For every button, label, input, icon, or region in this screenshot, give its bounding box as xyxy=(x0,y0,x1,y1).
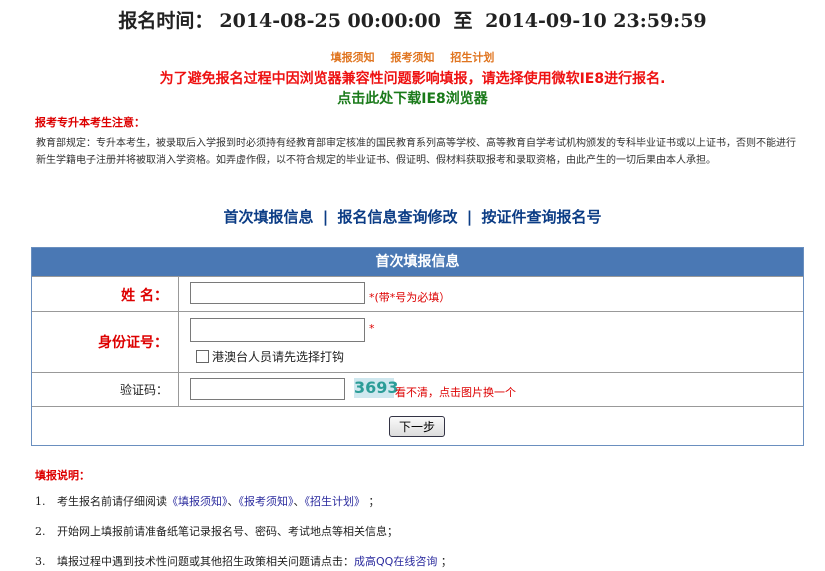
browser-warning: 为了避免报名过程中因浏览器兼容性问题影响填报，请选择使用微软IE8进行报名. xyxy=(159,71,666,87)
form-row-name: 姓 名： *(带*号为必填） xyxy=(32,276,803,311)
form-header: 首次填报信息 xyxy=(32,248,803,276)
name-label: 姓 名： xyxy=(121,288,168,304)
form-row-captcha: 验证码： 3693 看不清，点击图片换一个 xyxy=(32,372,803,406)
captcha-hint: 看不清，点击图片换一个 xyxy=(395,386,516,399)
tab-first-registration[interactable]: 首次填报信息 xyxy=(224,208,314,226)
name-input[interactable] xyxy=(190,282,365,304)
instruction-text: 填报过程中遇到技术性问题或其他招生政策相关问题请点击： xyxy=(57,555,354,568)
id-label: 身份证号： xyxy=(98,335,168,351)
hk-macau-taiwan-checkbox[interactable] xyxy=(196,350,209,363)
time-label: 报名时间： xyxy=(118,10,214,32)
nav-separator: | xyxy=(466,208,473,226)
tab-query-by-id[interactable]: 按证件查询报名号 xyxy=(481,208,601,226)
nav-tabs: 首次填报信息 | 报名信息查询修改 | 按证件查询报名号 xyxy=(0,206,825,227)
captcha-image[interactable]: 3693 xyxy=(354,378,399,398)
instruction-tail: ； xyxy=(437,555,452,568)
instruction-number: 3. xyxy=(35,555,46,568)
link-enrollment-plan-doc[interactable]: 《招生计划》 xyxy=(305,495,366,508)
nav-separator: | xyxy=(322,208,329,226)
fill-instructions-title: 填报说明： xyxy=(35,469,90,482)
link-exam-notice-doc[interactable]: 《报考须知》 xyxy=(239,495,294,508)
download-ie8-link[interactable]: 点击此处下载IE8浏览器 xyxy=(0,88,825,108)
link-enrollment-plan[interactable]: 招生计划 xyxy=(450,51,494,64)
link-fill-notice-doc[interactable]: 《填报须知》 xyxy=(167,495,228,508)
next-step-button[interactable]: 下一步 xyxy=(389,416,445,437)
name-hint: *(带*号为必填） xyxy=(369,291,451,304)
instruction-number: 1. xyxy=(35,495,46,508)
time-to: 至 xyxy=(453,10,473,32)
top-links: 填报须知 报考须知 招生计划 xyxy=(0,49,825,65)
instruction-text: 开始网上填报前请准备纸笔记录报名号、密码、考试地点等相关信息； xyxy=(57,525,398,538)
captcha-label: 验证码： xyxy=(119,383,168,397)
list-separator: 、 xyxy=(293,495,305,508)
time-end: 2014-09-10 23:59:59 xyxy=(485,10,707,32)
id-hint: * xyxy=(369,322,375,335)
time-start: 2014-08-25 00:00:00 xyxy=(219,10,441,32)
qq-consult-link[interactable]: 成高QQ在线咨询 xyxy=(354,555,437,568)
instruction-item: 2. 开始网上填报前请准备纸笔记录报名号、密码、考试地点等相关信息； xyxy=(35,523,398,539)
form-row-id: 身份证号： * 港澳台人员请先选择打钩 xyxy=(32,311,803,372)
hk-macau-taiwan-label: 港澳台人员请先选择打钩 xyxy=(212,350,345,364)
registration-time: 报名时间： 2014-08-25 00:00:00 至 2014-09-10 23… xyxy=(0,6,825,33)
instruction-text: 考生报名前请仔细阅读 xyxy=(57,495,167,508)
notice-body: 教育部规定：专升本考生，被录取后入学报到时必须持有经教育部审定核准的国民教育系列… xyxy=(36,138,796,166)
captcha-input[interactable] xyxy=(190,378,345,400)
tab-query-modify[interactable]: 报名信息查询修改 xyxy=(337,208,457,226)
link-fill-notice[interactable]: 填报须知 xyxy=(331,51,375,64)
link-exam-notice[interactable]: 报考须知 xyxy=(391,51,435,64)
registration-form: 首次填报信息 姓 名： *(带*号为必填） 身份证号： * 港澳台人员请先选择打… xyxy=(31,247,804,446)
instruction-tail: ； xyxy=(365,495,380,508)
instruction-item: 3. 填报过程中遇到技术性问题或其他招生政策相关问题请点击：成高QQ在线咨询 ； xyxy=(35,553,452,569)
notice-title: 报考专升本考生注意： xyxy=(35,116,145,129)
instruction-item: 1. 考生报名前请仔细阅读《填报须知》、《报考须知》、《招生计划》 ； xyxy=(35,493,380,509)
list-separator: 、 xyxy=(227,495,239,508)
id-number-input[interactable] xyxy=(190,318,365,342)
instruction-number: 2. xyxy=(35,525,46,538)
